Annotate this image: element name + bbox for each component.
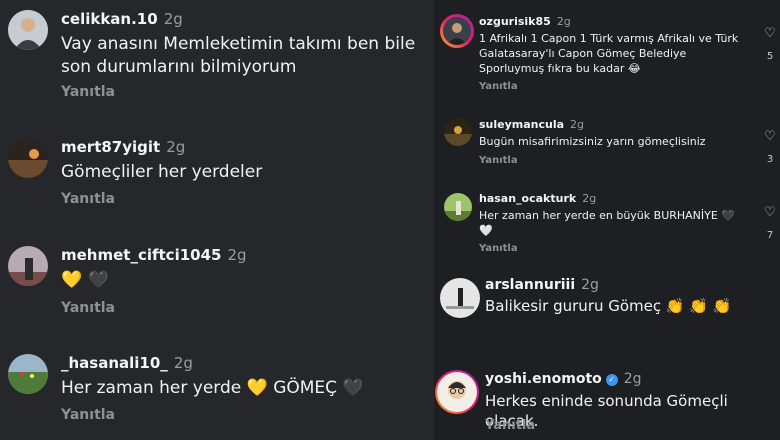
comment-username[interactable]: ozgurisik85 2g xyxy=(479,15,571,28)
comment-text: Gömeçliler her yerdeler xyxy=(61,162,263,182)
avatar[interactable] xyxy=(443,17,471,45)
verified-badge-icon: ✓ xyxy=(605,374,618,386)
comment-time: 2g xyxy=(582,192,597,205)
reply-button[interactable]: Yanıtla xyxy=(485,418,535,433)
reply-button[interactable]: Yanıtla xyxy=(61,300,115,316)
comment-time: 2g xyxy=(173,354,193,372)
like-control[interactable]: ♡ 7 xyxy=(762,206,778,242)
comment-time: 2g xyxy=(556,15,571,28)
comment-mehmet-ciftci: mehmet_ciftci1045 2g 💛 🖤 Yanıtla xyxy=(0,236,434,326)
comment-username[interactable]: _hasanali10_ 2g xyxy=(61,354,193,372)
comment-time: 2g xyxy=(570,118,585,131)
heart-icon[interactable]: ♡ xyxy=(762,206,778,220)
like-count: 7 xyxy=(766,230,774,241)
comment-text: Vay anasını Memleketimin takımı ben bile… xyxy=(61,34,416,77)
avatar[interactable] xyxy=(437,372,477,412)
avatar[interactable] xyxy=(440,278,480,318)
heart-icon[interactable]: ♡ xyxy=(762,130,778,144)
like-control[interactable]: ♡ 3 xyxy=(762,130,778,166)
comment-username[interactable]: hasan_ocakturk 2g xyxy=(479,192,596,205)
comment-time: 2g xyxy=(163,10,183,28)
comment-mert87yigit: mert87yigit 2g Gömeçliler her yerdeler Ya… xyxy=(0,128,434,218)
right-comment-panel: ozgurisik85 2g 1 Afrikalı 1 Capon 1 Türk … xyxy=(434,0,780,440)
comment-username[interactable]: yoshi.enomoto ✓ 2g xyxy=(485,371,642,387)
comment-text: Bugün misafirimizsiniz yarın gömeçlisini… xyxy=(479,135,706,148)
avatar[interactable] xyxy=(8,246,48,286)
reply-button[interactable]: Yanıtla xyxy=(61,407,115,423)
comment-text: Her zaman her yerde en büyük BURHANİYE 🖤… xyxy=(479,209,736,237)
avatar[interactable] xyxy=(8,138,48,178)
comment-suleymancula: suleymancula 2g Bugün misafirimizsiniz ya… xyxy=(434,110,780,180)
comment-text: Her zaman her yerde 💛 GÖMEÇ 🖤 xyxy=(61,378,364,398)
avatar[interactable] xyxy=(8,354,48,394)
like-count: 3 xyxy=(766,154,774,165)
comment-hasan-ocakturk: hasan_ocakturk 2g Her zaman her yerde en … xyxy=(434,186,780,262)
comment-username[interactable]: suleymancula 2g xyxy=(479,118,584,131)
heart-icon[interactable]: ♡ xyxy=(762,27,778,41)
comment-username[interactable]: mehmet_ciftci1045 2g xyxy=(61,246,247,264)
comment-time: 2g xyxy=(581,277,599,293)
left-comment-panel: celikkan.10 2g Vay anasını Memleketimin t… xyxy=(0,0,434,440)
avatar[interactable] xyxy=(444,193,472,221)
comment-arslannuriii: arslannuriii 2g Balikesir gururu Gömeç 👏 … xyxy=(434,266,780,346)
reply-button[interactable]: Yanıtla xyxy=(479,81,518,92)
comment-text: Balikesir gururu Gömeç 👏 👏 👏 xyxy=(485,297,732,315)
comment-time: 2g xyxy=(623,371,642,387)
comment-username[interactable]: celikkan.10 2g xyxy=(61,10,183,28)
comment-time: 2g xyxy=(227,246,247,264)
reply-button[interactable]: Yanıtla xyxy=(479,243,518,254)
comment-text: 1 Afrikalı 1 Capon 1 Türk varmış Afrikal… xyxy=(479,32,739,75)
comment-hasanali10: _hasanali10_ 2g Her zaman her yerde 💛 GÖM… xyxy=(0,344,434,434)
reply-button[interactable]: Yanıtla xyxy=(61,191,115,207)
reply-button[interactable]: Yanıtla xyxy=(479,155,518,166)
comment-username[interactable]: arslannuriii 2g xyxy=(485,277,599,293)
avatar[interactable] xyxy=(8,10,48,50)
like-control[interactable]: ♡ 5 xyxy=(762,27,778,63)
comment-celikkan: celikkan.10 2g Vay anasını Memleketimin t… xyxy=(0,0,434,108)
reply-button[interactable]: Yanıtla xyxy=(61,84,115,100)
comment-text: 💛 🖤 xyxy=(61,270,109,290)
comment-ozgurisik85: ozgurisik85 2g 1 Afrikalı 1 Capon 1 Türk … xyxy=(434,0,780,100)
avatar[interactable] xyxy=(444,118,472,146)
like-count: 5 xyxy=(766,51,774,62)
comment-time: 2g xyxy=(166,138,186,156)
comment-username[interactable]: mert87yigit 2g xyxy=(61,138,185,156)
comment-yoshi-enomoto: yoshi.enomoto ✓ 2g Herkes eninde sonunda G… xyxy=(434,358,780,440)
